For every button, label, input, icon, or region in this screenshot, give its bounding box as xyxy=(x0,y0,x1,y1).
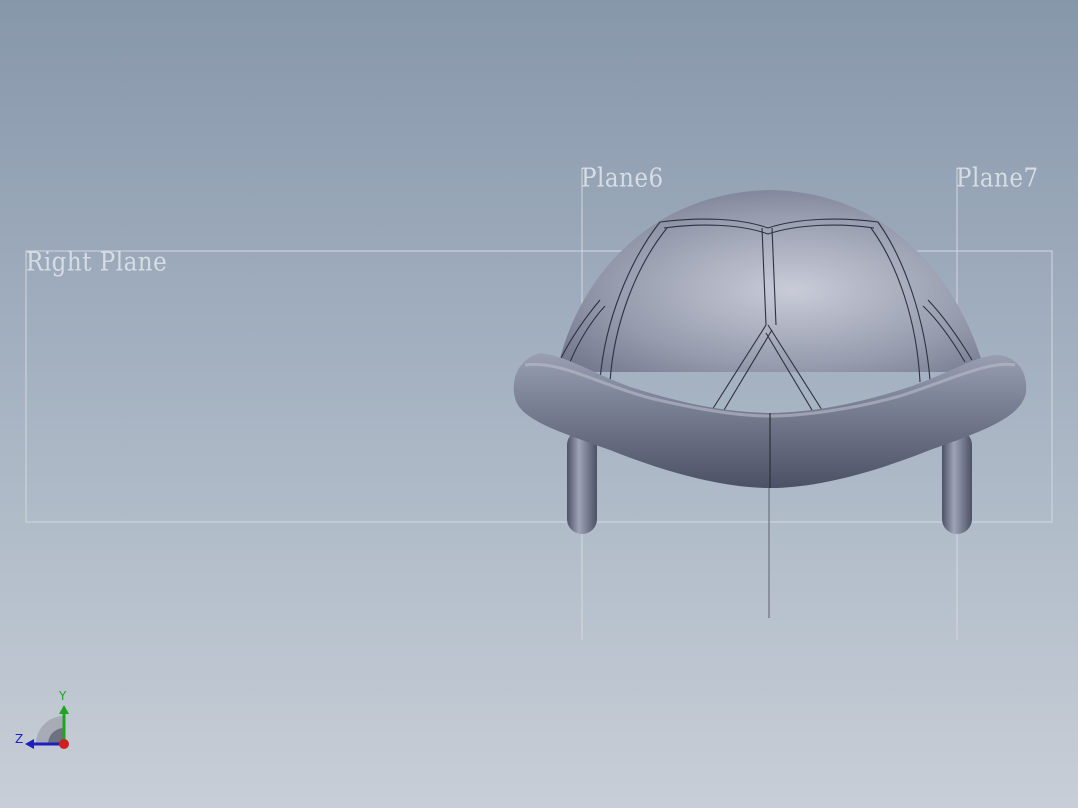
right-leg[interactable] xyxy=(942,430,972,534)
shell-dome[interactable] xyxy=(557,190,985,372)
graphics-viewport[interactable]: Right Plane Plane6 Plane7 Y Z xyxy=(0,0,1078,808)
view-triad[interactable] xyxy=(25,705,69,749)
x-axis-dot xyxy=(59,739,69,749)
plane6-label[interactable]: Plane6 xyxy=(581,165,664,192)
model-canvas[interactable] xyxy=(0,0,1078,808)
y-axis-label: Y xyxy=(59,689,67,703)
plane7-label[interactable]: Plane7 xyxy=(956,165,1039,192)
right-plane-label[interactable]: Right Plane xyxy=(26,249,167,276)
z-axis-label: Z xyxy=(15,732,24,746)
left-leg[interactable] xyxy=(567,430,597,534)
